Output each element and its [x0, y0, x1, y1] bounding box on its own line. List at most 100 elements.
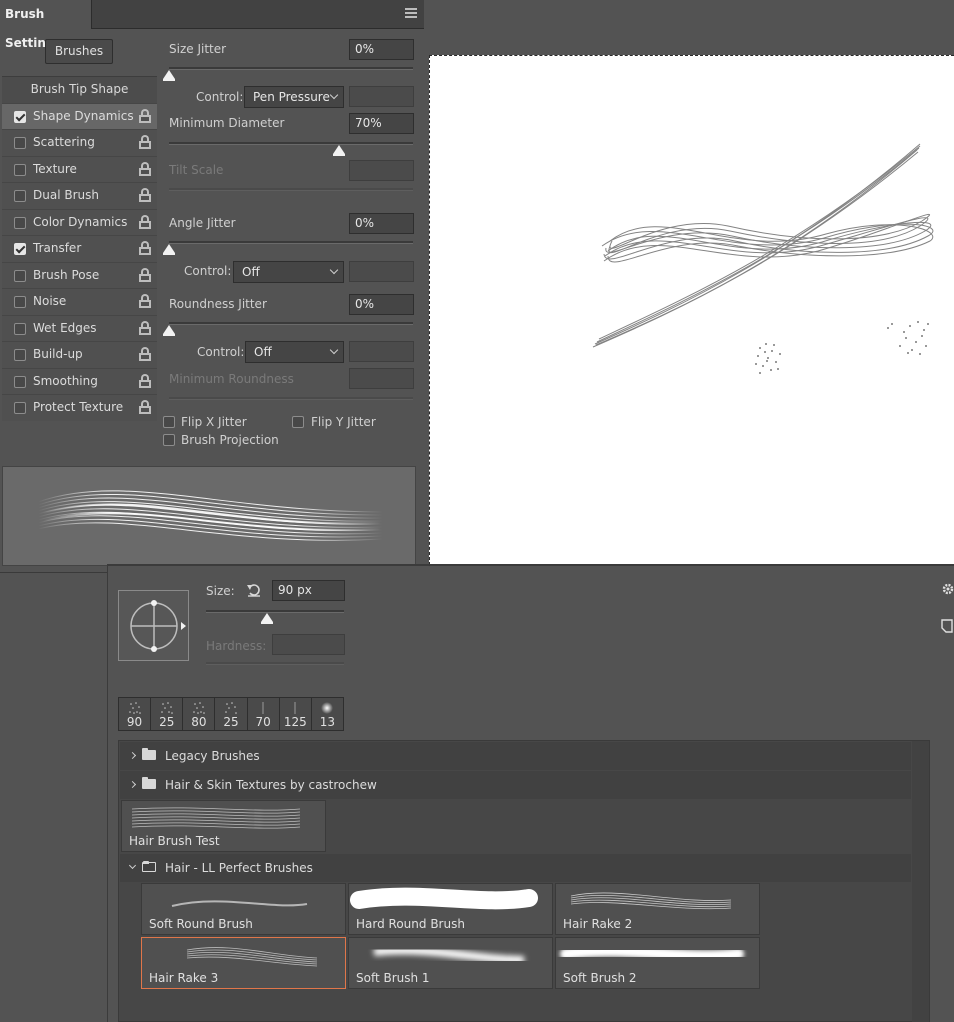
rake-stroke-thumbnail	[570, 892, 732, 910]
lock-icon[interactable]	[139, 294, 151, 308]
scatter-brush-icon	[225, 702, 237, 714]
checkbox[interactable]	[14, 322, 26, 335]
checkbox[interactable]	[14, 349, 26, 361]
stroke-preview-graphic	[37, 490, 384, 541]
reset-size-icon[interactable]	[246, 582, 262, 598]
new-preset-icon[interactable]	[941, 619, 953, 633]
preset-soft-brush-2[interactable]: Soft Brush 2	[555, 937, 760, 989]
preset-hair-brush-test[interactable]: Hair Brush Test	[121, 800, 326, 852]
recent-brush[interactable]: 13	[312, 698, 343, 730]
brush-projection-checkbox[interactable]	[163, 434, 175, 446]
angle-jitter-slider-track[interactable]	[169, 241, 413, 244]
preset-hard-round-brush[interactable]: Hard Round Brush	[348, 883, 553, 935]
option-shape-dynamics[interactable]: Shape Dynamics	[2, 102, 157, 129]
lock-icon[interactable]	[139, 347, 151, 361]
lock-icon[interactable]	[139, 373, 151, 388]
brush-size-slider-track[interactable]	[206, 610, 344, 613]
lock-icon[interactable]	[139, 188, 151, 202]
roundness-jitter-field[interactable]: 0%	[349, 294, 414, 315]
hard-stroke-thumbnail	[350, 887, 538, 910]
brush-size-slider-thumb[interactable]	[261, 613, 273, 624]
preset-soft-round-brush[interactable]: Soft Round Brush	[141, 883, 346, 935]
group-hair-skin-textures[interactable]: Hair & Skin Textures by castrochew	[120, 771, 911, 799]
angle-jitter-slider-thumb[interactable]	[163, 244, 175, 255]
size-jitter-slider-track[interactable]	[169, 67, 413, 70]
size-control-label: Control:	[196, 90, 244, 104]
recent-brush[interactable]: 25	[215, 698, 248, 730]
option-transfer[interactable]: Transfer	[2, 235, 157, 262]
checkbox[interactable]	[14, 190, 26, 202]
presets-scrollbar[interactable]	[912, 741, 929, 1022]
angle-control-extra-field	[349, 261, 414, 282]
option-brush-tip-shape[interactable]: Brush Tip Shape	[2, 76, 157, 103]
scatter-brush-icon	[160, 702, 173, 714]
preset-hair-rake-2[interactable]: Hair Rake 2	[555, 883, 760, 935]
checkbox[interactable]	[14, 163, 26, 176]
lock-icon[interactable]	[139, 161, 151, 176]
flip-y-jitter-checkbox[interactable]	[292, 416, 304, 428]
checkbox[interactable]	[14, 216, 26, 229]
preset-soft-brush-1[interactable]: Soft Brush 1	[348, 937, 553, 989]
checkbox[interactable]	[14, 137, 26, 149]
recent-brush[interactable]: 70	[248, 698, 280, 730]
roundness-jitter-slider-thumb[interactable]	[163, 325, 175, 336]
option-scattering[interactable]: Scattering	[2, 129, 157, 156]
lock-icon[interactable]	[139, 267, 151, 282]
option-protect-texture[interactable]: Protect Texture	[2, 394, 157, 421]
lock-icon[interactable]	[139, 320, 151, 335]
checkbox[interactable]	[14, 110, 26, 123]
brush-projection-label: Brush Projection	[181, 433, 279, 447]
option-smoothing[interactable]: Smoothing	[2, 367, 157, 394]
angle-control-select[interactable]: Off	[233, 261, 344, 283]
brush-angle-icon	[130, 600, 186, 652]
flip-x-jitter-checkbox[interactable]	[163, 416, 175, 428]
lock-icon[interactable]	[139, 108, 151, 123]
lock-icon[interactable]	[139, 135, 151, 149]
option-noise[interactable]: Noise	[2, 288, 157, 315]
size-jitter-field[interactable]: 0%	[349, 39, 414, 60]
size-control-select[interactable]: Pen Pressure	[244, 86, 344, 108]
group-label: Hair - LL Perfect Brushes	[165, 861, 313, 875]
lock-icon[interactable]	[139, 241, 151, 255]
option-color-dynamics[interactable]: Color Dynamics	[2, 208, 157, 235]
option-build-up[interactable]: Build-up	[2, 341, 157, 368]
minimum-diameter-field[interactable]: 70%	[349, 113, 414, 134]
checkbox[interactable]	[14, 269, 26, 282]
brushes-button[interactable]: Brushes	[45, 39, 113, 64]
option-texture[interactable]: Texture	[2, 155, 157, 182]
minimum-diameter-slider-thumb[interactable]	[333, 145, 345, 156]
recent-brush[interactable]: 125	[280, 698, 312, 730]
tab-brush-settings[interactable]: Brush Settings	[0, 0, 92, 50]
recent-brush[interactable]: 80	[183, 698, 216, 730]
option-label: Brush Pose	[33, 267, 100, 282]
checkbox[interactable]	[14, 243, 26, 255]
roundness-control-select[interactable]: Off	[245, 341, 344, 363]
roundness-jitter-slider-track[interactable]	[169, 322, 413, 325]
panel-menu-icon[interactable]	[405, 8, 417, 18]
group-legacy-brushes[interactable]: Legacy Brushes	[120, 742, 911, 770]
checkbox[interactable]	[14, 375, 26, 388]
hardness-label: Hardness:	[206, 639, 267, 653]
lock-icon[interactable]	[139, 214, 151, 229]
soft-stroke-thumbnail	[560, 944, 744, 963]
preset-hair-rake-3[interactable]: Hair Rake 3	[141, 937, 346, 989]
checkbox[interactable]	[14, 402, 26, 414]
option-brush-pose[interactable]: Brush Pose	[2, 261, 157, 288]
option-wet-edges[interactable]: Wet Edges	[2, 314, 157, 341]
option-dual-brush[interactable]: Dual Brush	[2, 182, 157, 209]
document-canvas[interactable]	[429, 55, 954, 570]
open-folder-icon	[142, 861, 156, 872]
option-label: Scattering	[33, 135, 95, 149]
gear-icon[interactable]	[942, 583, 954, 595]
minimum-diameter-slider-track[interactable]	[169, 142, 413, 145]
recent-brush[interactable]: 90	[119, 698, 152, 730]
preset-label: Hair Rake 2	[563, 917, 633, 931]
group-hair-ll-perfect-brushes[interactable]: Hair - LL Perfect Brushes	[120, 854, 911, 882]
recent-brush[interactable]: 25	[151, 698, 184, 730]
brush-size-field[interactable]: 90 px	[272, 580, 345, 601]
angle-jitter-field[interactable]: 0%	[349, 213, 414, 234]
brush-tip-angle-preview[interactable]	[118, 590, 189, 661]
size-jitter-slider-thumb[interactable]	[163, 70, 175, 81]
checkbox[interactable]	[14, 296, 26, 308]
lock-icon[interactable]	[139, 400, 151, 414]
